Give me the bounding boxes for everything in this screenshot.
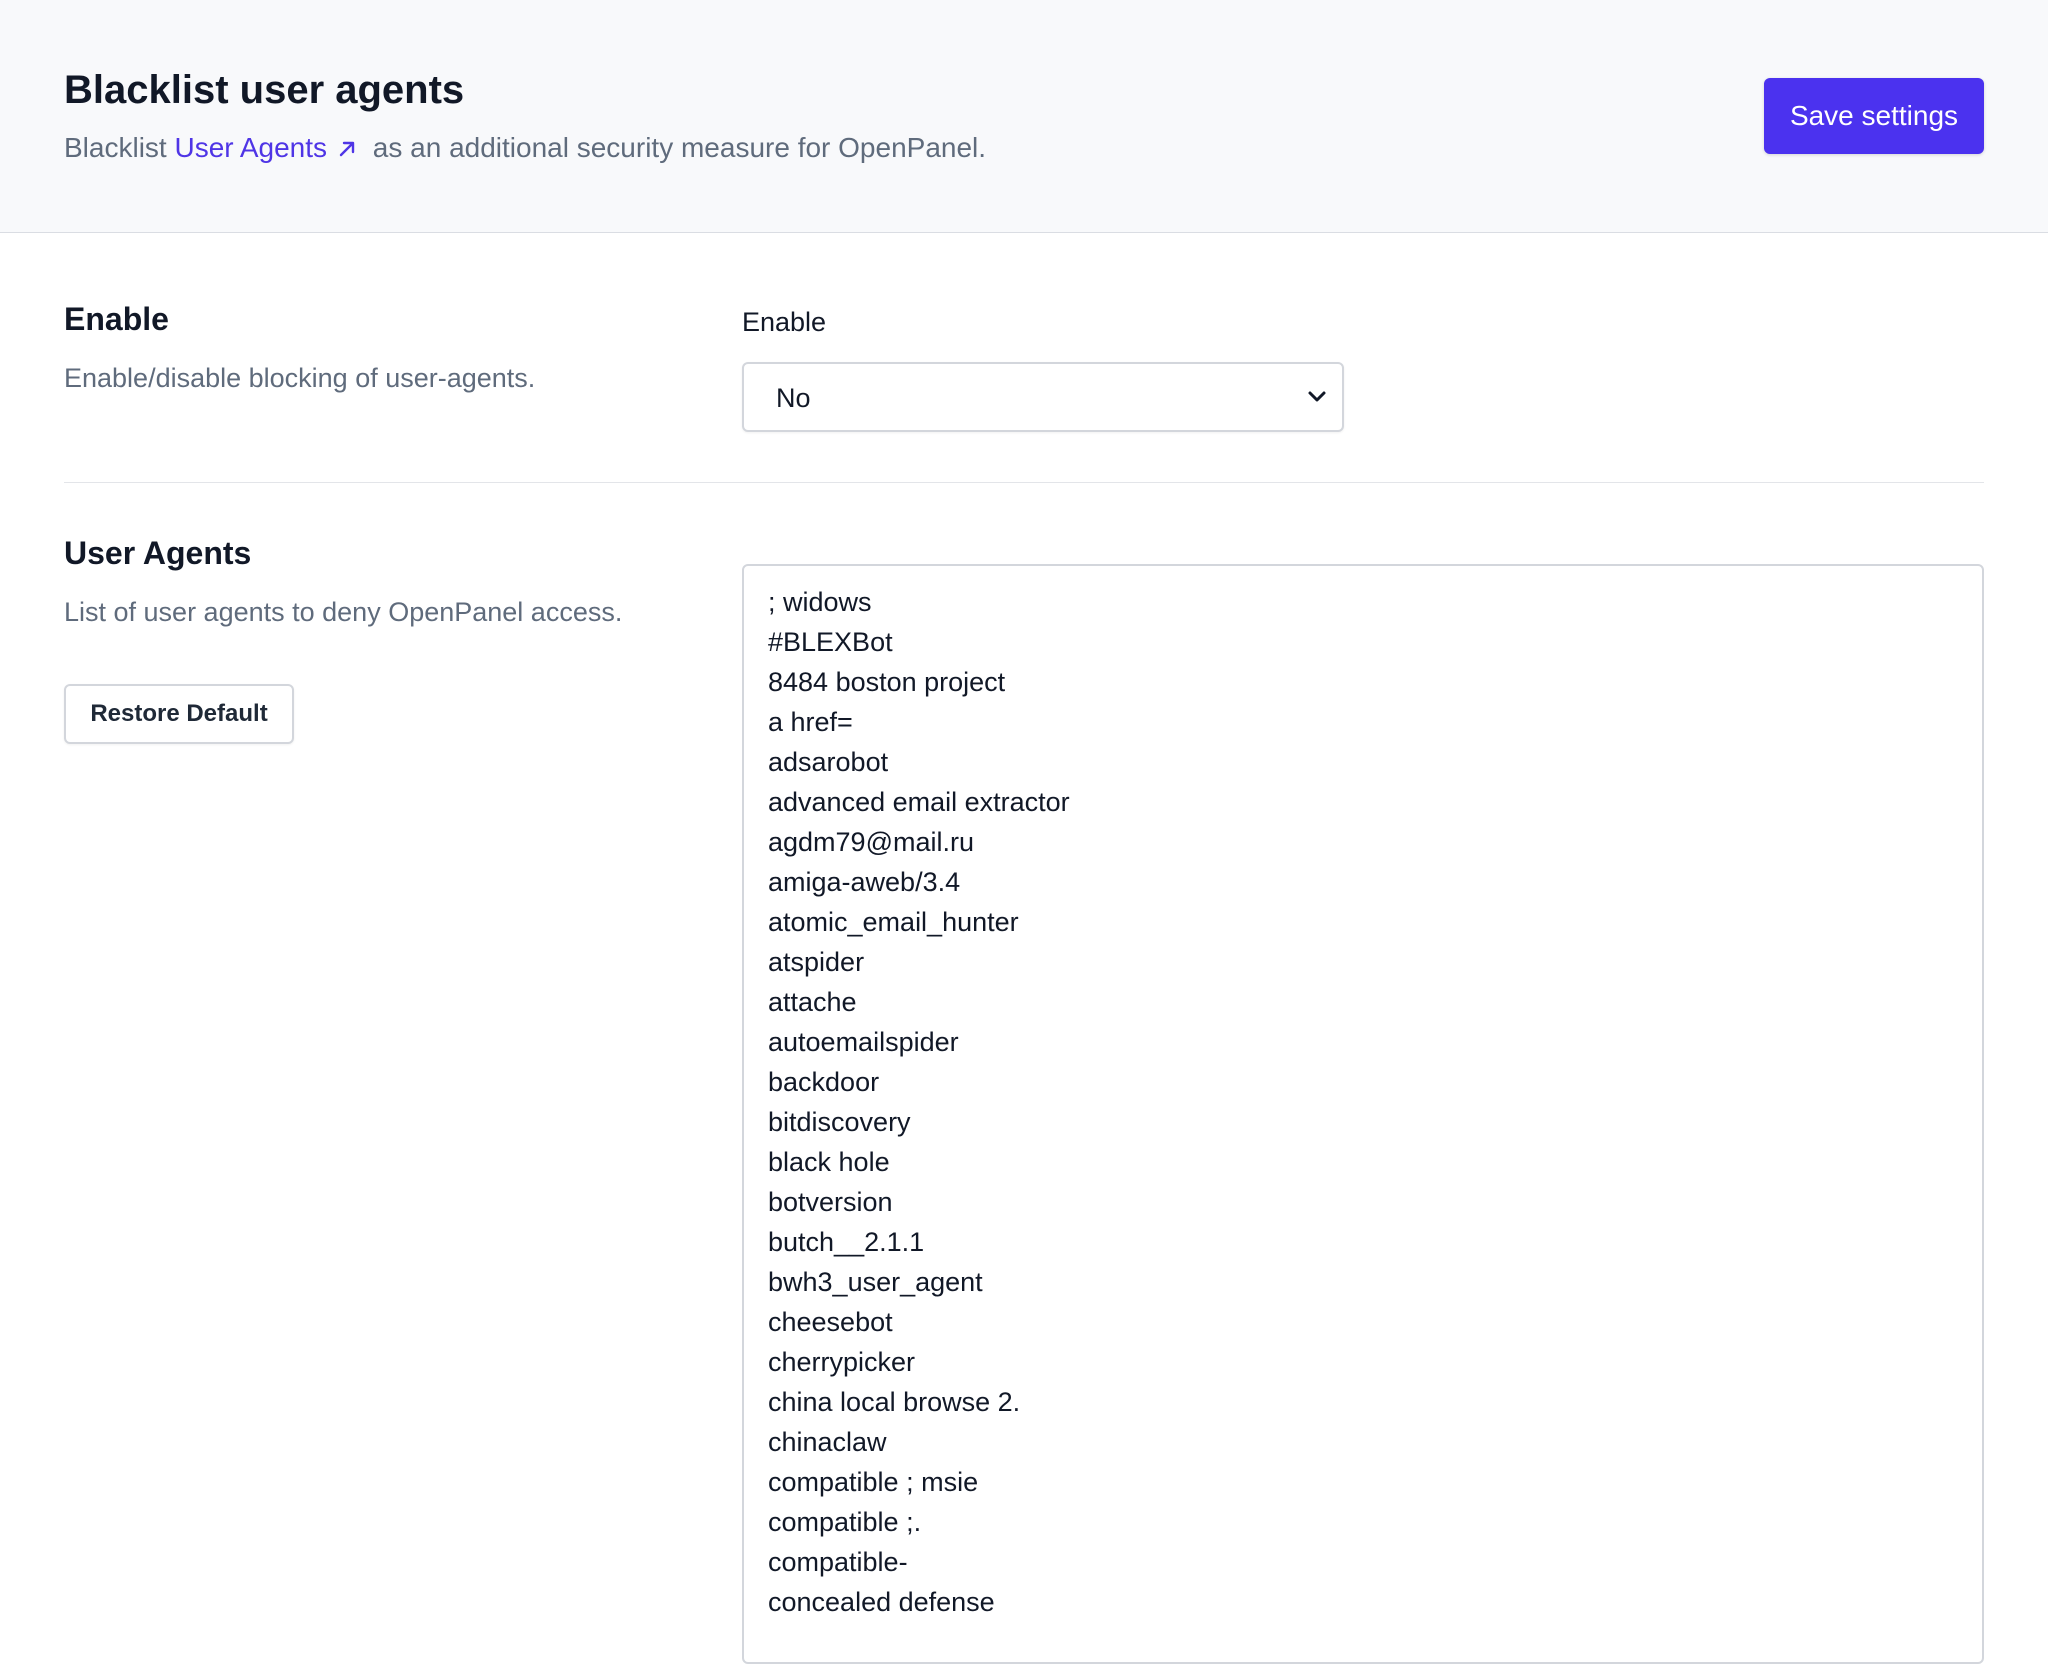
user-agent-line: bitdiscovery	[768, 1107, 911, 1137]
user-agent-line: attache	[768, 987, 857, 1017]
user-agent-line: compatible ;.	[768, 1507, 922, 1537]
user-agent-line: #BLEXBot	[768, 627, 893, 657]
user-agent-line: autoemailspider	[768, 1027, 959, 1057]
arrow-up-right-icon	[339, 141, 355, 157]
user-agents-textarea[interactable]: ; widows #BLEXBot 8484 boston project a …	[742, 564, 1984, 1664]
enable-field-label: Enable	[742, 307, 827, 337]
user-agents-section-description: List of user agents to deny OpenPanel ac…	[64, 597, 623, 627]
user-agent-line: a href=	[768, 707, 853, 737]
page-title: Blacklist user agents	[64, 68, 465, 112]
user-agent-line: chinaclaw	[768, 1427, 887, 1457]
user-agents-section-title: User Agents	[64, 535, 252, 571]
subtitle-suffix: as an additional security measure for Op…	[372, 132, 987, 163]
user-agent-line: china local browse 2.	[768, 1387, 1021, 1417]
user-agents-link[interactable]: User Agents	[174, 132, 365, 163]
user-agent-line: black hole	[768, 1147, 890, 1177]
enable-section-title: Enable	[64, 301, 169, 337]
user-agent-line: compatible ; msie	[768, 1467, 979, 1497]
user-agent-line: adsarobot	[768, 747, 889, 777]
save-settings-button[interactable]: Save settings	[1764, 78, 1984, 154]
chevron-down-icon	[1308, 391, 1326, 402]
enable-select[interactable]: No	[742, 362, 1344, 432]
restore-default-button[interactable]: Restore Default	[64, 684, 294, 744]
user-agent-line: concealed defense	[768, 1587, 995, 1617]
enable-select-value: No	[776, 383, 811, 413]
user-agent-line: atspider	[768, 947, 865, 977]
user-agent-line: cherrypicker	[768, 1347, 916, 1377]
user-agent-line: botversion	[768, 1187, 893, 1217]
user-agent-line: agdm79@mail.ru	[768, 827, 974, 857]
user-agent-line: backdoor	[768, 1067, 880, 1097]
user-agent-line: amiga-aweb/3.4	[768, 867, 961, 897]
enable-section-description: Enable/disable blocking of user-agents.	[64, 363, 536, 393]
section-divider	[64, 482, 1984, 483]
user-agent-line: 8484 boston project	[768, 667, 1006, 697]
page-header: Blacklist user agents Blacklist User Age…	[0, 0, 2048, 233]
user-agent-line: butch__2.1.1	[768, 1227, 925, 1257]
user-agent-line: atomic_email_hunter	[768, 907, 1019, 937]
page-subtitle: Blacklist User Agents as an additional s…	[64, 128, 986, 168]
user-agent-line: advanced email extractor	[768, 787, 1070, 817]
user-agent-line: compatible-	[768, 1547, 908, 1577]
user-agent-line: cheesebot	[768, 1307, 893, 1337]
user-agent-line: bwh3_user_agent	[768, 1267, 983, 1297]
subtitle-prefix: Blacklist	[64, 132, 167, 163]
user-agents-link-label: User Agents	[174, 132, 328, 163]
user-agent-line: ; widows	[768, 587, 872, 617]
